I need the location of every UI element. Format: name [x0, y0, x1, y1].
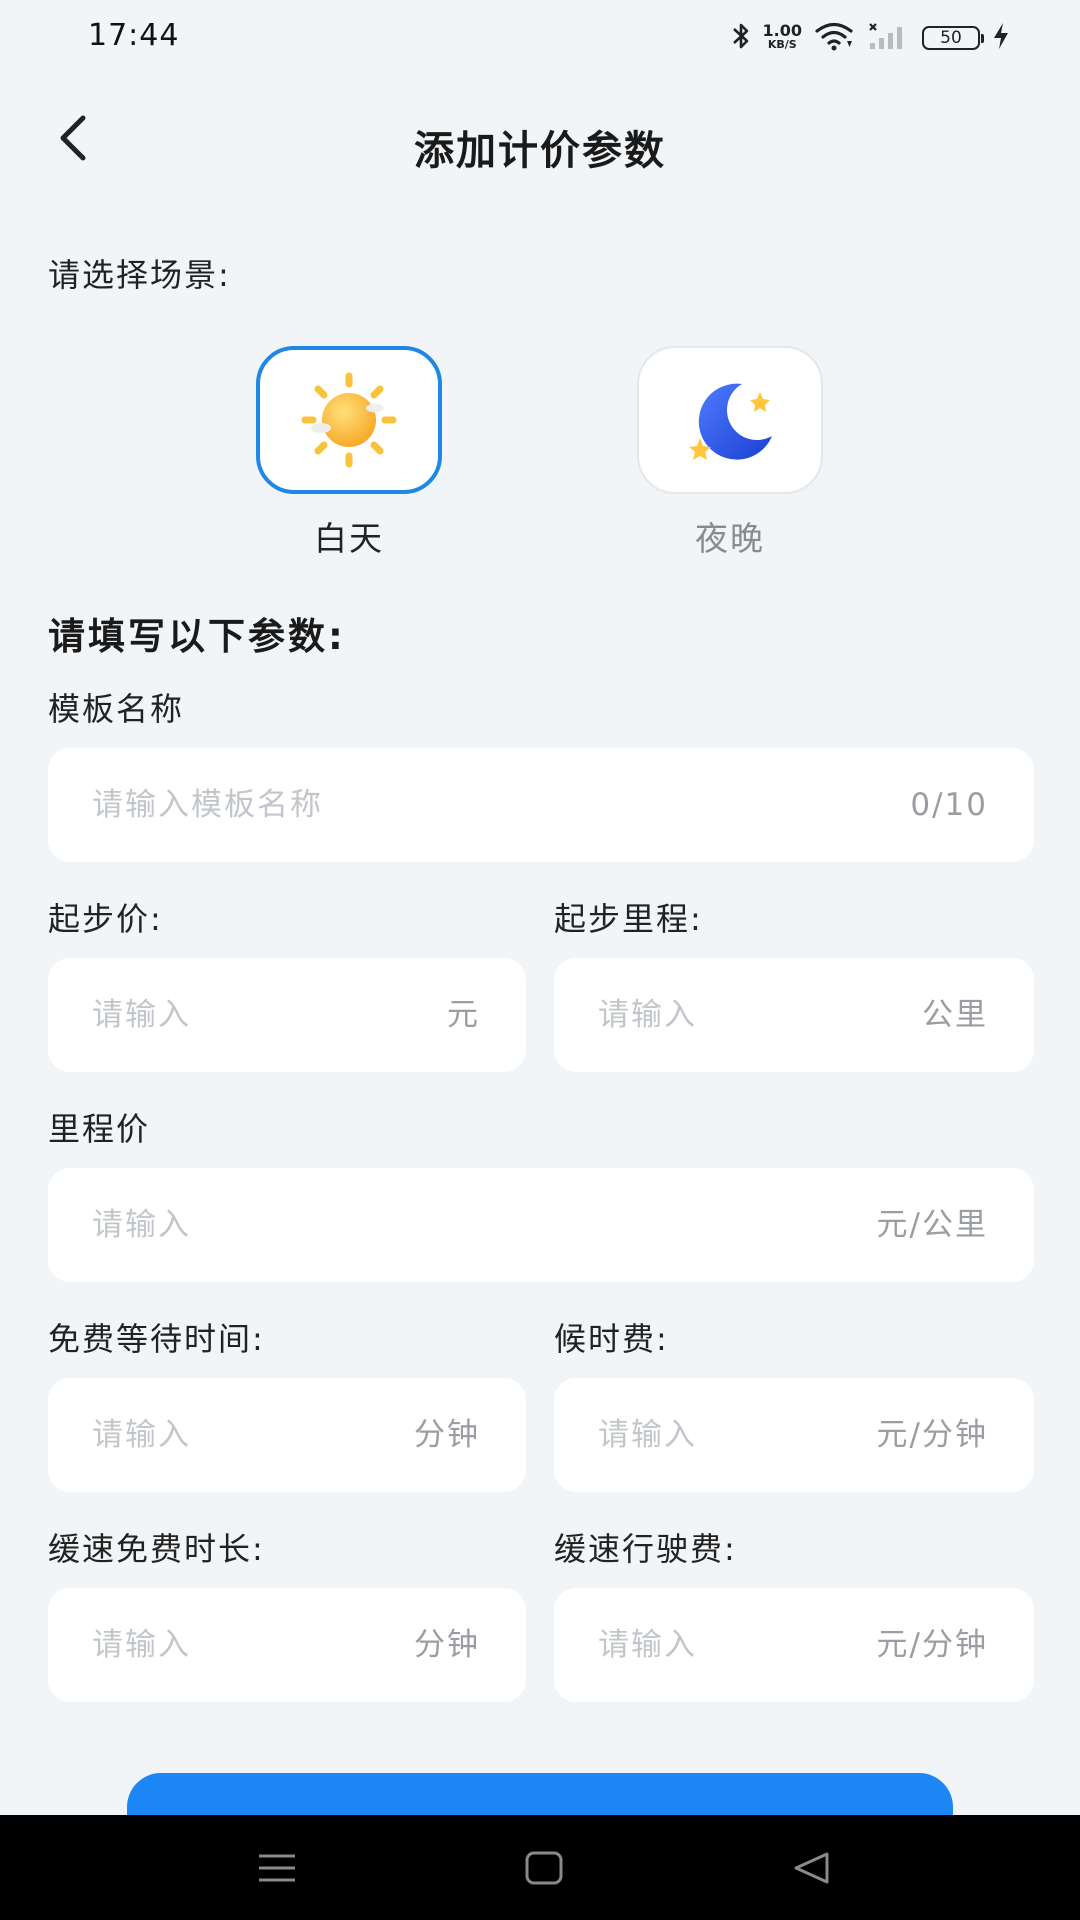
form-heading: 请填写以下参数: — [48, 615, 346, 658]
back-triangle-icon — [794, 1852, 829, 1884]
wait-fee-unit: 元/分钟 — [876, 1417, 988, 1453]
charging-icon — [992, 21, 1010, 55]
scene-label-night: 夜晚 — [695, 519, 765, 558]
slow-free-duration-label: 缓速免费时长: — [48, 1530, 265, 1568]
mileage-price-unit: 元/公里 — [876, 1207, 988, 1243]
bluetooth-icon — [731, 21, 751, 55]
menu-button[interactable] — [252, 1843, 302, 1893]
start-mileage-label: 起步里程: — [554, 900, 703, 938]
free-wait-time-field[interactable]: 分钟 — [48, 1378, 526, 1492]
scene-card-night[interactable] — [637, 346, 823, 494]
sun-icon — [301, 372, 397, 468]
slow-free-duration-field[interactable]: 分钟 — [48, 1588, 526, 1702]
scene-label-day: 白天 — [314, 519, 384, 558]
wifi-icon — [814, 21, 854, 55]
start-price-label: 起步价: — [48, 900, 163, 938]
menu-icon — [259, 1854, 295, 1882]
start-mileage-field[interactable]: 公里 — [554, 958, 1034, 1072]
start-price-unit: 元 — [447, 997, 480, 1033]
start-mileage-unit: 公里 — [922, 997, 988, 1033]
net-speed: 1.00 KB/S — [762, 21, 802, 52]
free-wait-time-input[interactable] — [92, 1378, 352, 1492]
scene-option-night[interactable]: 夜晚 — [637, 346, 823, 560]
template-name-field[interactable]: 0/10 — [48, 748, 1034, 862]
home-square-icon — [525, 1851, 563, 1885]
slow-drive-fee-input[interactable] — [598, 1588, 818, 1702]
scene-card-day[interactable] — [256, 346, 442, 494]
slow-free-duration-input[interactable] — [92, 1588, 352, 1702]
start-price-input[interactable] — [92, 958, 392, 1072]
wait-fee-field[interactable]: 元/分钟 — [554, 1378, 1034, 1492]
mileage-price-input[interactable] — [92, 1168, 792, 1282]
slow-free-duration-unit: 分钟 — [414, 1627, 480, 1663]
mileage-price-label: 里程价 — [48, 1110, 151, 1148]
battery-icon: 50 — [922, 26, 984, 50]
status-icons: 1.00 KB/S 50 — [731, 18, 1010, 58]
slow-drive-fee-label: 缓速行驶费: — [554, 1530, 737, 1568]
free-wait-time-label: 免费等待时间: — [48, 1320, 265, 1358]
status-time: 17:44 — [88, 18, 180, 53]
moon-icon — [689, 383, 772, 460]
net-speed-unit: KB/S — [767, 38, 797, 51]
start-mileage-input[interactable] — [598, 958, 878, 1072]
scene-section-label: 请选择场景: — [48, 256, 231, 294]
mileage-price-field[interactable]: 元/公里 — [48, 1168, 1034, 1282]
wait-fee-input[interactable] — [598, 1378, 818, 1492]
system-nav-bar — [0, 1815, 1080, 1920]
template-name-label: 模板名称 — [48, 690, 185, 728]
home-button[interactable] — [519, 1843, 569, 1893]
status-bar: 17:44 1.00 KB/S 50 — [0, 0, 1080, 76]
wait-fee-label: 候时费: — [554, 1320, 669, 1358]
net-speed-value: 1.00 — [762, 21, 802, 40]
free-wait-time-unit: 分钟 — [414, 1417, 480, 1453]
battery-level: 50 — [940, 28, 962, 48]
back-nav-button[interactable] — [786, 1843, 836, 1893]
slow-drive-fee-unit: 元/分钟 — [876, 1627, 988, 1663]
template-name-counter: 0/10 — [910, 787, 988, 823]
page-title: 添加计价参数 — [414, 128, 666, 174]
scene-option-day[interactable]: 白天 — [256, 346, 442, 560]
cellular-signal-icon — [866, 21, 910, 55]
screen: 17:44 1.00 KB/S 50 添加计价参数 请选择场景: 白天 夜晚 请… — [0, 0, 1080, 1920]
template-name-input[interactable] — [92, 748, 872, 862]
slow-drive-fee-field[interactable]: 元/分钟 — [554, 1588, 1034, 1702]
start-price-field[interactable]: 元 — [48, 958, 526, 1072]
